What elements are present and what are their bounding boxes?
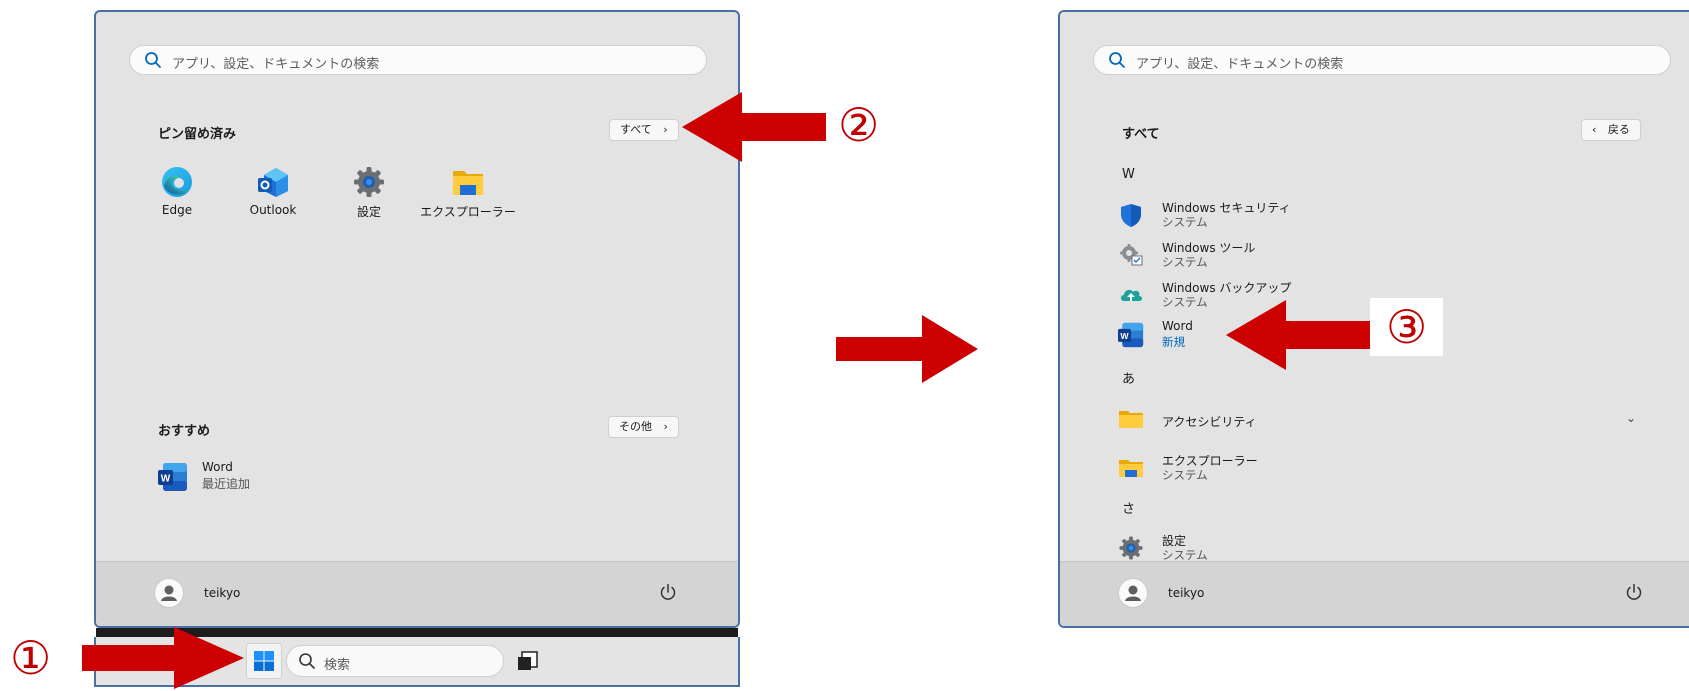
folder-icon (1119, 411, 1143, 428)
power-icon[interactable] (1624, 582, 1644, 602)
search-icon (1109, 52, 1125, 68)
chevron-right-icon: › (663, 123, 668, 136)
more-button[interactable]: その他 › (608, 416, 679, 438)
recommended-item-title: Word (202, 460, 233, 474)
search-placeholder: アプリ、設定、ドキュメントの検索 (1136, 57, 1344, 72)
chevron-down-icon[interactable]: ⌄ (1626, 411, 1636, 425)
step2-arrow-left-icon (682, 92, 826, 162)
svg-text:W: W (1120, 331, 1129, 341)
app-name: Word (1162, 319, 1193, 333)
all-apps-label: すべて (620, 123, 652, 136)
chevron-right-icon: › (663, 420, 668, 433)
start-footer: teikyo (1060, 561, 1689, 626)
folder-icon (1119, 460, 1143, 477)
user-name[interactable]: teikyo (1168, 586, 1204, 600)
back-label: 戻る (1607, 123, 1630, 136)
more-label: その他 (619, 420, 652, 433)
word-icon: W (1118, 322, 1144, 348)
all-apps-title: すべて (1122, 127, 1160, 142)
step2-number: ② (838, 98, 880, 152)
chevron-left-icon: ‹ (1592, 123, 1597, 136)
step1-arrow-right-icon (82, 627, 244, 689)
outlook-icon (258, 168, 288, 197)
app-name: アクセシビリティ (1162, 415, 1257, 429)
windows-logo-icon (254, 651, 274, 671)
start-footer: teikyo (96, 561, 738, 626)
pinned-app-label: Outlook (249, 203, 297, 217)
app-sub: システム (1162, 295, 1208, 309)
group-letter[interactable]: W (1122, 167, 1135, 182)
start-menu-pinned: アプリ、設定、ドキュメントの検索 ピン留め済み すべて › Edge Outlo… (94, 10, 740, 628)
taskbar-search-input[interactable]: 検索 (286, 645, 504, 677)
search-icon (299, 653, 315, 669)
user-name[interactable]: teikyo (204, 586, 240, 600)
app-sub: システム (1162, 255, 1208, 269)
app-new-badge: 新規 (1162, 335, 1185, 349)
step3-number: ③ (1370, 298, 1444, 356)
start-search-input[interactable]: アプリ、設定、ドキュメントの検索 (129, 45, 707, 75)
task-view-icon[interactable] (516, 649, 540, 673)
cloud-upload-icon (1121, 289, 1142, 301)
pinned-app-edge[interactable]: Edge (132, 165, 222, 217)
power-icon[interactable] (658, 582, 678, 602)
start-search-input[interactable]: アプリ、設定、ドキュメントの検索 (1093, 45, 1671, 75)
pinned-title: ピン留め済み (158, 127, 237, 142)
search-icon (145, 52, 161, 68)
user-icon (161, 585, 177, 601)
folder-icon (453, 171, 483, 195)
user-icon (1125, 585, 1141, 601)
recommended-title: おすすめ (158, 424, 211, 439)
settings-gear-icon (1119, 536, 1143, 560)
tools-gear-icon (1120, 244, 1143, 266)
edge-icon (162, 167, 192, 197)
settings-gear-icon (354, 167, 384, 197)
transition-arrow-right-icon (836, 315, 978, 383)
search-placeholder: アプリ、設定、ドキュメントの検索 (172, 57, 380, 72)
svg-text:W: W (161, 474, 171, 485)
app-sub: システム (1162, 468, 1208, 482)
pinned-app-outlook[interactable]: Outlook (228, 165, 318, 217)
word-icon: W (158, 463, 187, 491)
user-avatar[interactable] (154, 578, 184, 608)
recommended-item-subtitle: 最近追加 (202, 477, 251, 491)
all-apps-button[interactable]: すべて › (609, 119, 679, 141)
pinned-app-explorer[interactable]: エクスプローラー (418, 165, 518, 220)
app-sub: システム (1162, 215, 1208, 229)
start-button[interactable] (246, 643, 282, 679)
back-button[interactable]: ‹ 戻る (1581, 119, 1641, 141)
user-avatar[interactable] (1118, 578, 1148, 608)
group-letter[interactable]: さ (1122, 498, 1135, 517)
pinned-app-label: 設定 (356, 205, 381, 219)
shield-icon (1121, 204, 1141, 227)
taskbar-search-placeholder: 検索 (324, 658, 351, 673)
pinned-app-label: Edge (161, 203, 193, 217)
group-letter[interactable]: あ (1122, 368, 1135, 387)
step1-number: ① (10, 631, 52, 685)
pinned-app-settings[interactable]: 設定 (324, 165, 414, 220)
pinned-app-label: エクスプローラー (420, 205, 516, 219)
step3-arrow-left-icon (1226, 300, 1370, 370)
